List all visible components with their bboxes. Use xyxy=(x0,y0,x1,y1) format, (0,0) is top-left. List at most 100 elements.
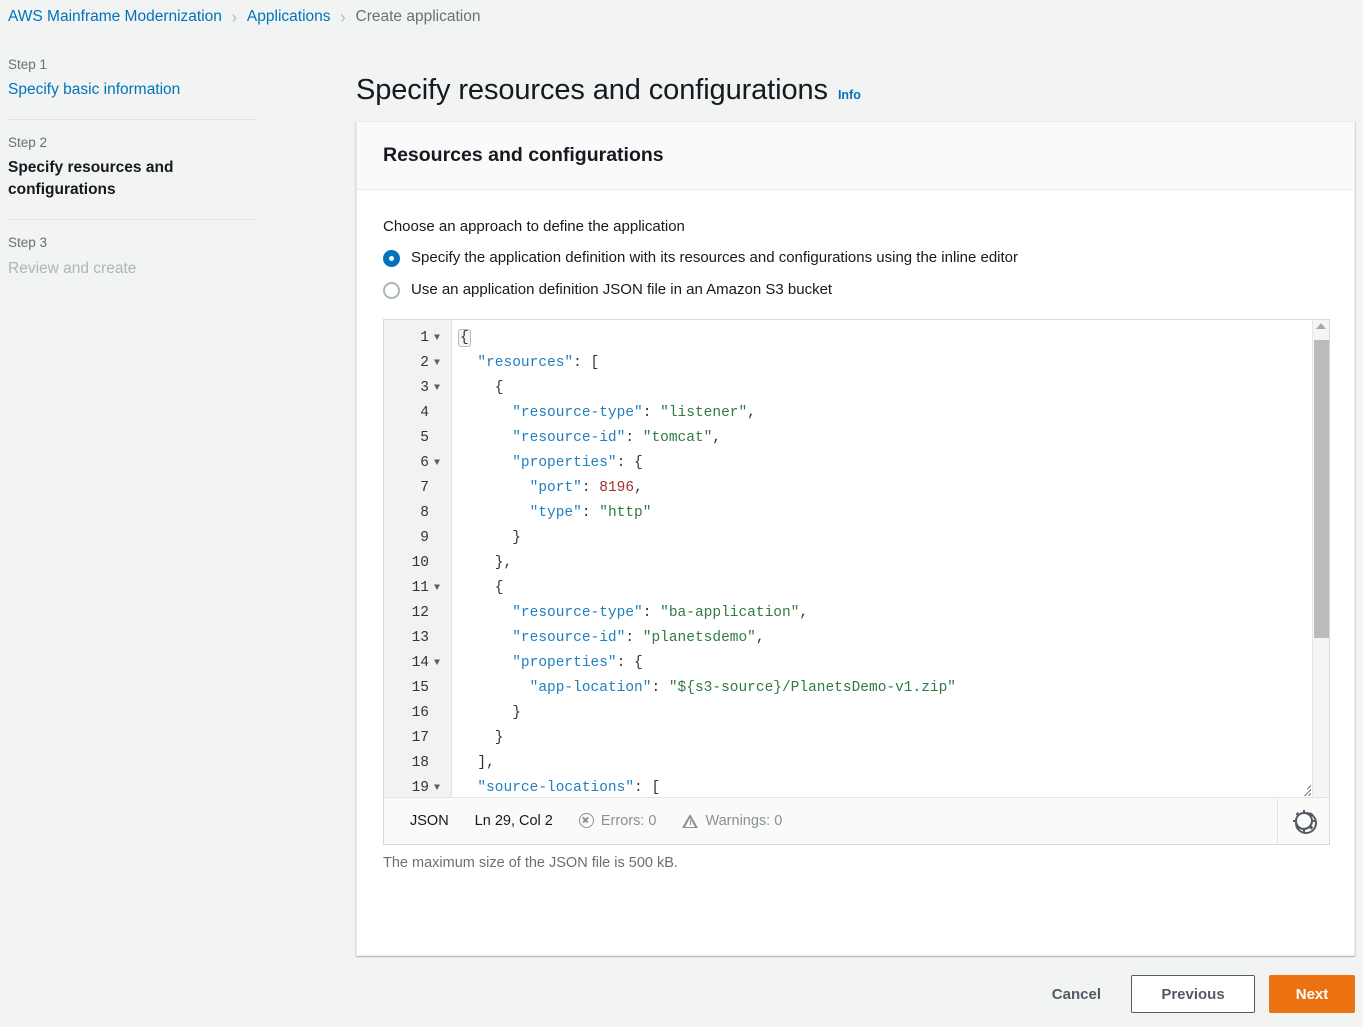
code-token: } xyxy=(460,529,521,546)
approach-option-2[interactable]: Use an application definition JSON file … xyxy=(383,279,1328,301)
line-number: 10 xyxy=(411,554,429,571)
code-token: { xyxy=(458,328,471,347)
code-token: , xyxy=(712,429,722,446)
approach-field-label: Choose an approach to define the applica… xyxy=(383,218,685,235)
wizard-step-number: Step 1 xyxy=(8,57,48,72)
code-line: "resource-type": "listener", xyxy=(460,401,1329,426)
code-token: : xyxy=(642,604,661,621)
gutter-line: 19 ▼ xyxy=(384,776,451,797)
code-token: { xyxy=(460,579,504,596)
line-number: 9 xyxy=(420,529,429,546)
line-number: 19 xyxy=(411,779,429,796)
errors-label: Errors: 0 xyxy=(600,812,657,829)
code-token: : xyxy=(642,404,661,421)
gutter-line: 8▼ xyxy=(384,501,451,526)
code-line: "port": 8196, xyxy=(460,476,1329,501)
fold-toggle-icon[interactable]: ▼ xyxy=(429,776,445,797)
code-token: "source-locations" xyxy=(477,779,635,796)
code-token: , xyxy=(755,629,765,646)
wizard-step-1[interactable]: Step 1 Specify basic information xyxy=(8,50,256,119)
fold-toggle-icon[interactable]: ▼ xyxy=(429,326,445,351)
editor-settings-button[interactable] xyxy=(1277,797,1329,844)
json-code-editor[interactable]: 1▼2▼3▼4▼5▼6▼7▼8▼9▼10▼11▼12▼13▼14▼15▼16▼1… xyxy=(383,318,1330,845)
wizard-step-3: Step 3 Review and create xyxy=(8,219,256,297)
wizard-footer-actions: Cancel Previous Next xyxy=(356,975,1355,1013)
gutter-line: 14 ▼ xyxy=(384,651,451,676)
fold-toggle-icon[interactable]: ▼ xyxy=(429,651,445,676)
code-token: "type" xyxy=(529,504,582,521)
page-title: Specify resources and configurations xyxy=(356,74,828,107)
code-token: }, xyxy=(460,554,513,571)
editor-vertical-scrollbar[interactable] xyxy=(1312,319,1329,797)
cursor-position-label: Ln 29, Col 2 xyxy=(474,812,553,829)
code-token: : { xyxy=(616,654,643,671)
line-number: 6 xyxy=(420,454,429,471)
breadcrumb-separator-icon: › xyxy=(340,7,346,27)
scrollbar-thumb[interactable] xyxy=(1314,339,1329,638)
code-line: "properties": { xyxy=(460,451,1329,476)
approach-option-label: Specify the application definition with … xyxy=(411,249,1019,266)
gutter-line: 5▼ xyxy=(384,426,451,451)
code-token: "port" xyxy=(529,479,582,496)
code-token: , xyxy=(799,604,809,621)
code-token: "tomcat" xyxy=(642,429,713,446)
editor-resize-handle-icon[interactable] xyxy=(1295,780,1311,796)
gutter-line: 3 ▼ xyxy=(384,376,451,401)
line-number: 2 xyxy=(420,354,429,371)
approach-option-1[interactable]: Specify the application definition with … xyxy=(383,247,1328,269)
code-line: "app-location": "${s3-source}/PlanetsDem… xyxy=(460,676,1329,701)
line-number: 8 xyxy=(420,504,429,521)
wizard-step-title[interactable]: Specify basic information xyxy=(8,79,256,101)
gear-icon xyxy=(1292,809,1317,834)
code-line: "type": "http" xyxy=(460,501,1329,526)
line-number: 7 xyxy=(420,479,429,496)
code-token: : { xyxy=(616,454,643,471)
gutter-line: 1 ▼ xyxy=(384,326,451,351)
radio-button-icon[interactable] xyxy=(383,281,400,299)
wizard-step-2: Step 2 Specify resources and configuratio… xyxy=(8,119,256,219)
info-link[interactable]: Info xyxy=(838,88,861,102)
approach-radio-group: Specify the application definition with … xyxy=(383,247,1328,301)
gutter-line: 2 ▼ xyxy=(384,351,451,376)
gutter-line: 15▼ xyxy=(384,676,451,701)
line-number: 17 xyxy=(411,729,429,746)
code-content[interactable]: { "resources": [ { "resource-type": "lis… xyxy=(452,320,1329,797)
radio-button-icon[interactable] xyxy=(383,250,400,267)
errors-status: Errors: 0 xyxy=(578,812,657,829)
breadcrumb: AWS Mainframe Modernization › Applications… xyxy=(8,5,480,29)
panel-title: Resources and configurations xyxy=(383,144,664,166)
fold-toggle-icon[interactable]: ▼ xyxy=(429,451,445,476)
breadcrumb-separator-icon: › xyxy=(231,7,237,27)
code-token: : xyxy=(581,479,600,496)
breadcrumb-item-1[interactable]: AWS Mainframe Modernization xyxy=(8,8,222,26)
gutter-line: 16▼ xyxy=(384,701,451,726)
breadcrumb-item-2[interactable]: Applications xyxy=(247,8,331,26)
code-token: "app-location" xyxy=(529,679,652,696)
fold-toggle-icon[interactable]: ▼ xyxy=(429,576,445,601)
fold-toggle-icon[interactable]: ▼ xyxy=(429,351,445,376)
code-line: "resource-type": "ba-application", xyxy=(460,601,1329,626)
previous-button[interactable]: Previous xyxy=(1131,975,1255,1013)
line-number: 15 xyxy=(411,679,429,696)
next-button[interactable]: Next xyxy=(1269,975,1355,1013)
scroll-up-arrow-icon[interactable] xyxy=(1316,322,1326,329)
editor-text-area[interactable]: 1▼2▼3▼4▼5▼6▼7▼8▼9▼10▼11▼12▼13▼14▼15▼16▼1… xyxy=(384,319,1329,797)
fold-toggle-icon[interactable]: ▼ xyxy=(429,376,445,401)
line-number: 14 xyxy=(411,654,429,671)
gutter-line: 12▼ xyxy=(384,601,451,626)
code-token: : xyxy=(581,504,600,521)
line-number: 18 xyxy=(411,754,429,771)
wizard-step-navigation: Step 1 Specify basic information Step 2 Spe… xyxy=(8,50,256,298)
line-number: 5 xyxy=(420,429,429,446)
error-icon xyxy=(578,813,594,828)
gutter-line: 18▼ xyxy=(384,751,451,776)
code-line: "properties": { xyxy=(460,651,1329,676)
cancel-button[interactable]: Cancel xyxy=(1036,978,1117,1011)
